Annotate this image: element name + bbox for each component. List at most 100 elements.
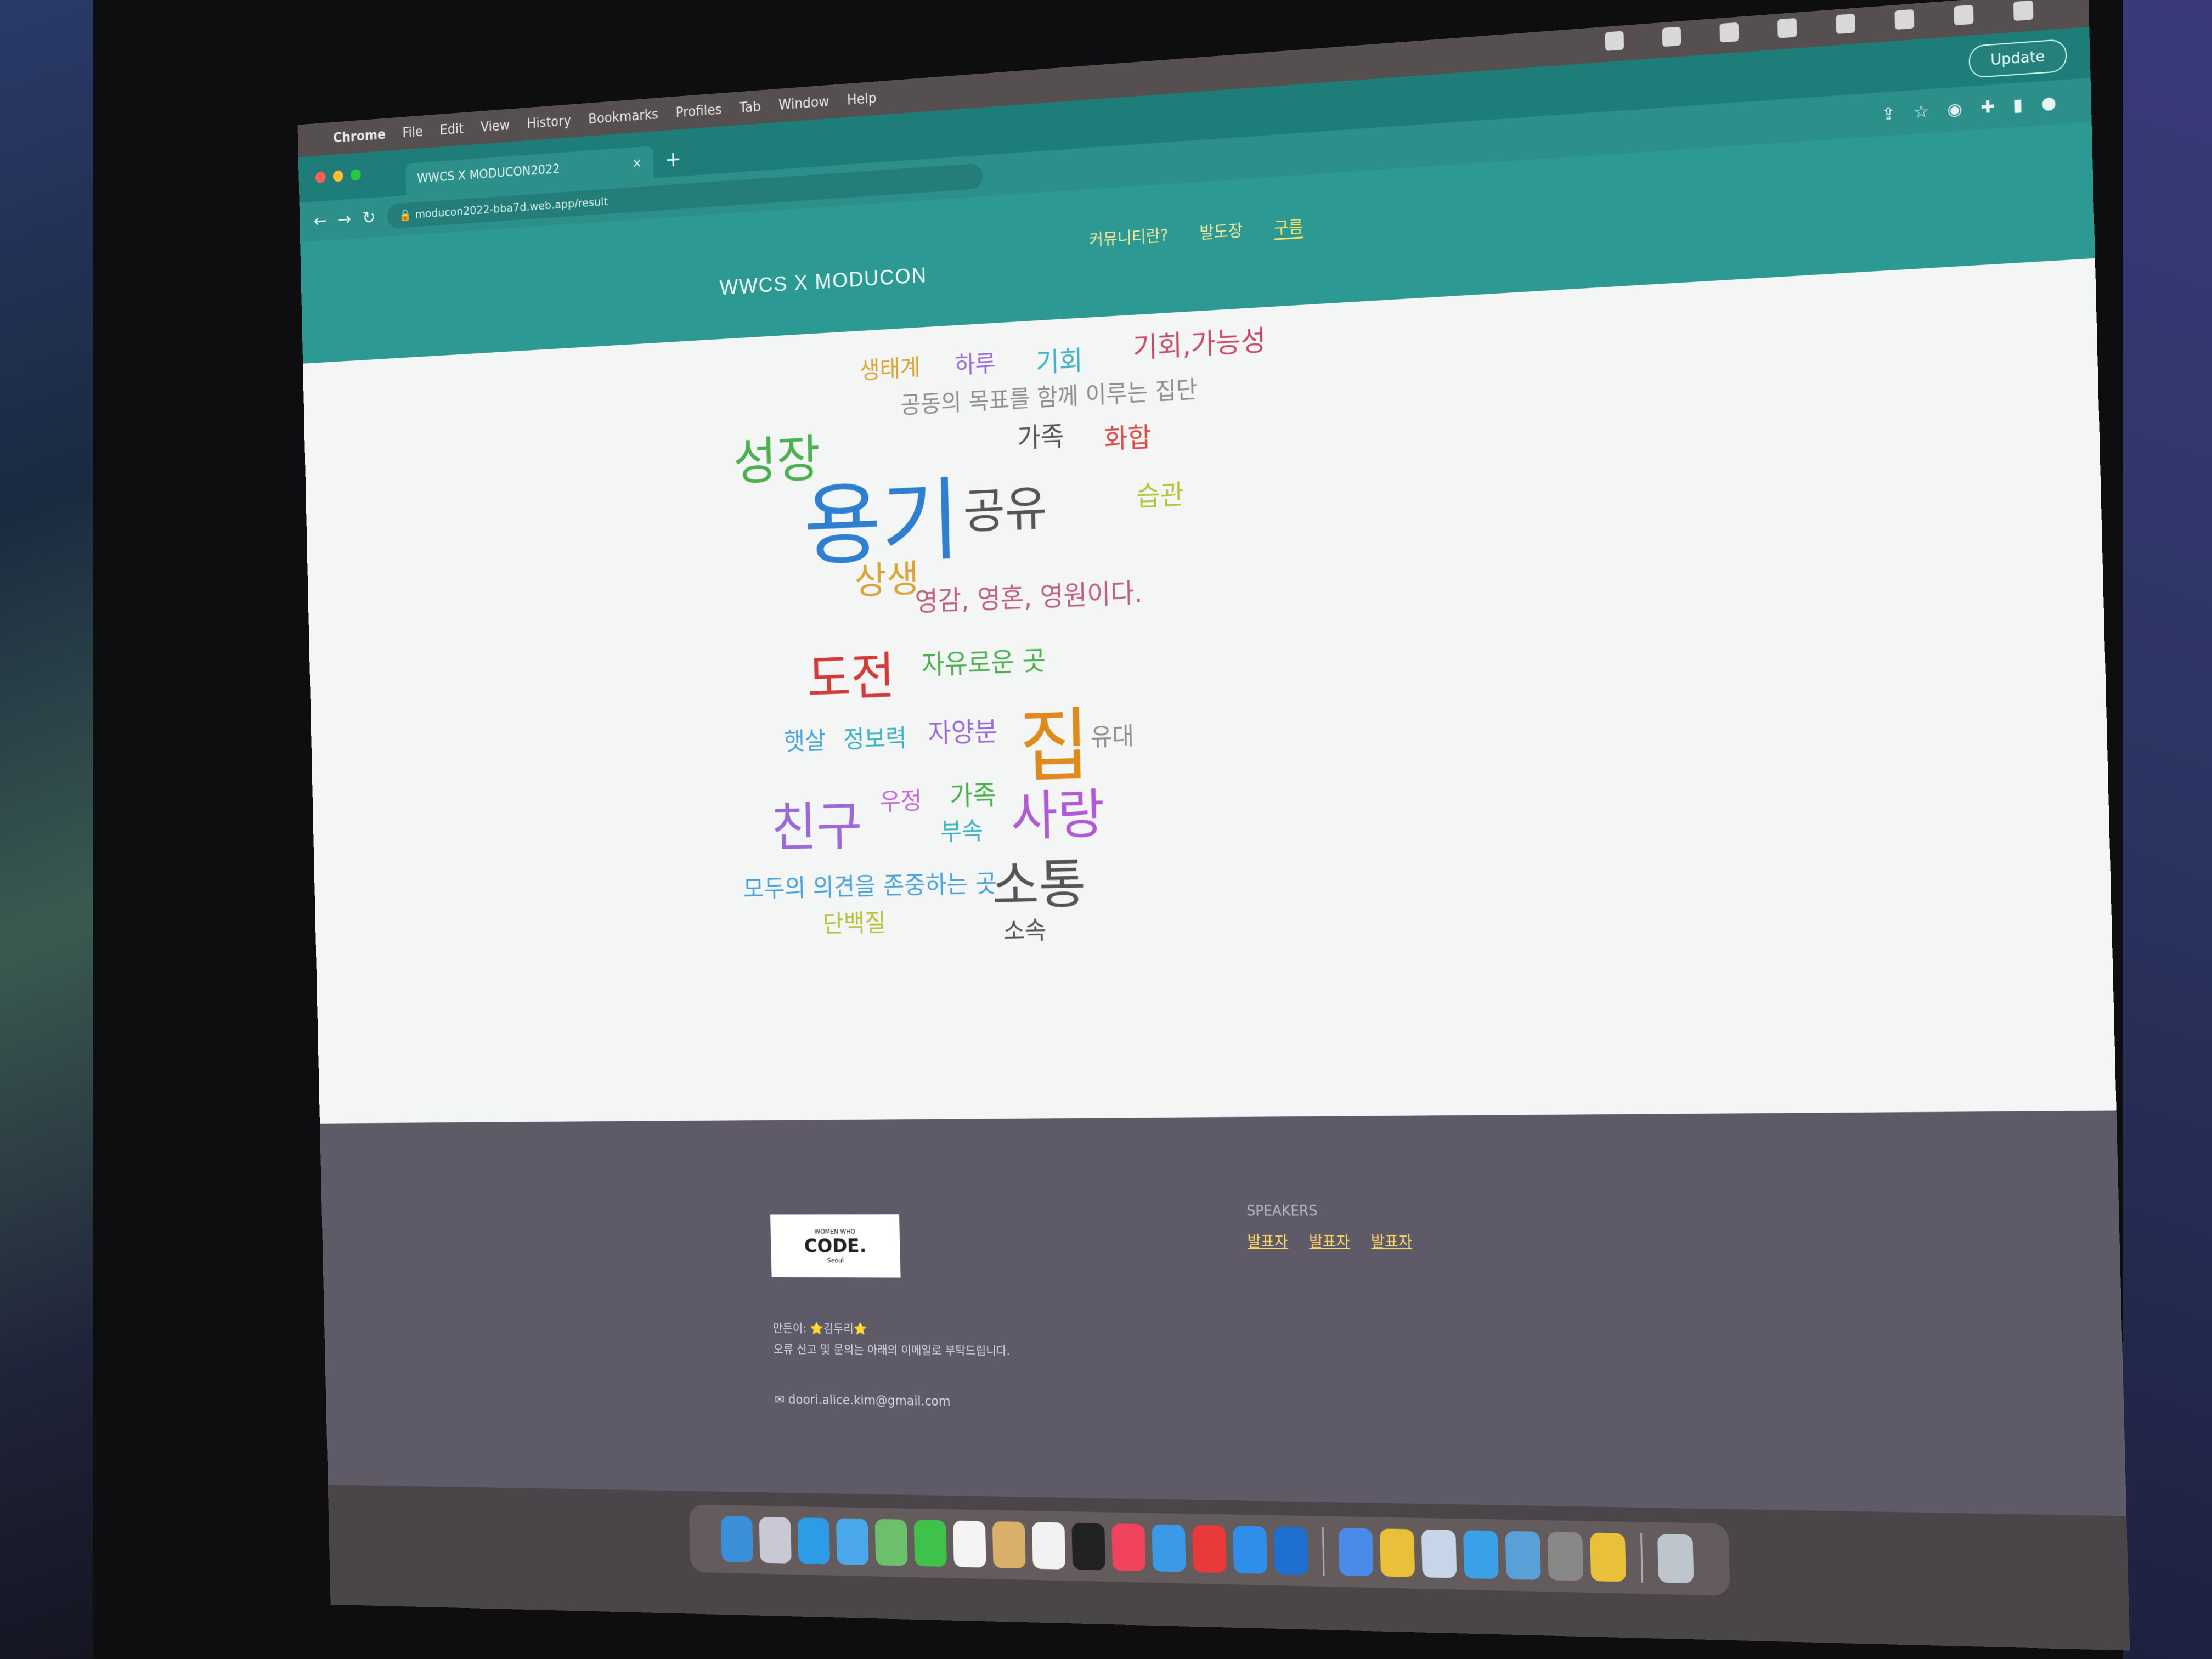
word-cloud-word: 모두의 의견을 존중하는 곳 [743, 868, 997, 903]
chrome-canary-icon[interactable] [1590, 1532, 1627, 1582]
logo-big-text: CODE. [804, 1235, 867, 1257]
tab-title: WWCS X MODUCON2022 [417, 161, 560, 186]
footer-email-text: doori.alice.kim@gmail.com [788, 1392, 951, 1409]
dock-separator [1322, 1527, 1325, 1576]
new-tab-button[interactable]: + [665, 147, 682, 172]
browser-window: WWCS X MODUCON2022 × + Update ← → ↻ 🔒 mo… [298, 26, 2127, 1516]
minimize-window-icon[interactable] [332, 170, 343, 182]
word-cloud-word: 자양분 [928, 715, 998, 749]
speaker-link[interactable]: 발표자 [1371, 1230, 1413, 1252]
speaker-link[interactable]: 발표자 [1309, 1230, 1350, 1252]
calendar-icon[interactable] [952, 1520, 986, 1568]
logo-sub-text: Seoul [827, 1256, 844, 1264]
menu-bookmarks[interactable]: Bookmarks [588, 106, 658, 127]
update-label: Update [1990, 48, 2045, 69]
word-cloud-word: 소속 [1003, 915, 1047, 945]
word-cloud-word: 화합 [1103, 421, 1152, 455]
folder-icon[interactable] [1338, 1527, 1374, 1577]
bluetooth-app-icon[interactable] [1152, 1524, 1186, 1572]
podcasts-icon[interactable] [1192, 1525, 1227, 1573]
site-footer: WOMEN WHO CODE. Seoul SPEAKERS 발표자 발표자 발… [320, 1110, 2127, 1516]
word-cloud-word: 하루 [954, 349, 996, 380]
extensions-puzzle-icon[interactable]: ✚ [1980, 97, 1995, 117]
monitor-frame: Chrome File Edit View History Bookmarks … [93, 0, 2130, 1659]
toolbar-actions: ⇪ ☆ ◉ ✚ ▮ ● [1881, 92, 2057, 124]
menu-window[interactable]: Window [778, 94, 830, 113]
zoom-window-icon[interactable] [350, 168, 362, 181]
wifi-icon[interactable] [1894, 9, 1915, 30]
bookmark-star-icon[interactable]: ☆ [1914, 101, 1929, 122]
word-cloud-word: 가족 [949, 780, 997, 812]
app-store-icon[interactable] [1233, 1526, 1268, 1574]
trash-icon[interactable] [1657, 1533, 1694, 1584]
quicktime-icon[interactable] [1505, 1531, 1541, 1580]
nav-community[interactable]: 커뮤니티란? [1089, 222, 1169, 252]
finder-icon[interactable] [720, 1516, 753, 1563]
music-icon[interactable] [1111, 1523, 1146, 1572]
site-title[interactable]: WWCS X MODUCON [719, 263, 927, 300]
grammarly-icon[interactable] [1662, 26, 1681, 47]
mail-icon: ✉ [774, 1392, 788, 1407]
menu-view[interactable]: View [481, 118, 510, 136]
mail-app-icon[interactable] [836, 1518, 869, 1565]
word-cloud-word: 햇살 [783, 726, 826, 756]
reminders-icon[interactable] [1031, 1522, 1066, 1570]
lock-icon: 🔒 [398, 208, 415, 222]
menu-file[interactable]: File [402, 124, 423, 141]
extension-icon[interactable]: ◉ [1947, 99, 1962, 120]
maps-icon[interactable] [874, 1519, 908, 1566]
forward-icon[interactable]: → [338, 209, 352, 230]
word-cloud-word: 기회,가능성 [1132, 325, 1266, 365]
word-cloud-word: 유대 [1090, 721, 1135, 752]
wwcode-logo: WOMEN WHO CODE. Seoul [770, 1214, 901, 1278]
launchpad-icon[interactable] [759, 1516, 792, 1564]
mac-dock [689, 1504, 1730, 1596]
clipboard-icon[interactable] [1777, 18, 1797, 38]
site-nav: 커뮤니티란? 발도장 구름 [1089, 212, 1304, 252]
footer-credit: 만든이: ⭐김두리⭐ [772, 1322, 867, 1336]
update-button[interactable]: Update [1968, 38, 2067, 78]
menu-help[interactable]: Help [847, 91, 877, 109]
control-center-icon[interactable] [2013, 0, 2034, 21]
word-cloud-word: 우정 [879, 786, 923, 816]
speaker-link[interactable]: 발표자 [1247, 1230, 1288, 1251]
menu-history[interactable]: History [527, 113, 571, 132]
contacts-icon[interactable] [992, 1521, 1026, 1569]
menu-tab[interactable]: Tab [739, 99, 761, 116]
dock-separator [1640, 1533, 1644, 1583]
battery-icon[interactable] [1836, 13, 1856, 35]
chrome-icon[interactable] [1379, 1528, 1415, 1577]
tab-close-icon[interactable]: × [632, 156, 642, 171]
menu-profiles[interactable]: Profiles [675, 102, 721, 121]
safari-icon[interactable] [797, 1517, 831, 1565]
back-icon[interactable]: ← [313, 211, 327, 232]
url-text: moducon2022-bba7d.web.app/result [415, 195, 608, 221]
menubar-app-name[interactable]: Chrome [333, 127, 386, 146]
facetime-icon[interactable] [913, 1520, 947, 1567]
room-background-right [2113, 0, 2212, 1659]
system-preferences-icon[interactable] [1547, 1532, 1584, 1581]
downloads-folder-icon[interactable] [1463, 1530, 1499, 1579]
share-icon[interactable]: ⇪ [1881, 104, 1896, 125]
word-cloud-word: 공유 [962, 480, 1048, 540]
menu-edit[interactable]: Edit [439, 121, 464, 138]
apple-tv-icon[interactable] [1071, 1522, 1106, 1571]
profile-avatar[interactable]: ● [2041, 92, 2056, 113]
nav-cloud[interactable]: 구름 [1273, 212, 1304, 240]
nav-footprint[interactable]: 발도장 [1199, 217, 1243, 245]
sidebar-icon[interactable]: ▮ [2013, 95, 2023, 115]
preview-icon[interactable] [1421, 1529, 1457, 1578]
word-cloud-word: 영감, 영혼, 영원이다. [915, 577, 1143, 618]
word-cloud-word: 단백질 [822, 908, 887, 938]
spotlight-search-icon[interactable] [1954, 4, 1974, 26]
glasses-icon[interactable] [1719, 22, 1739, 43]
word-cloud-area: 생태계 하루 기회 기회,가능성 공동의 목표를 함께 이루는 집단 성장 용기 가족 화합 공유… [303, 258, 2117, 1124]
reload-icon[interactable]: ↻ [362, 207, 376, 229]
word-cloud-word: 습관 [1136, 478, 1184, 512]
cloud-icon[interactable] [1605, 31, 1624, 51]
vscode-icon[interactable] [1273, 1526, 1308, 1575]
close-window-icon[interactable] [315, 171, 326, 184]
footer-email[interactable]: ✉ doori.alice.kim@gmail.com [774, 1392, 950, 1409]
word-cloud-word: 기회 [1035, 345, 1084, 379]
word-cloud-word: 생태계 [859, 354, 921, 385]
